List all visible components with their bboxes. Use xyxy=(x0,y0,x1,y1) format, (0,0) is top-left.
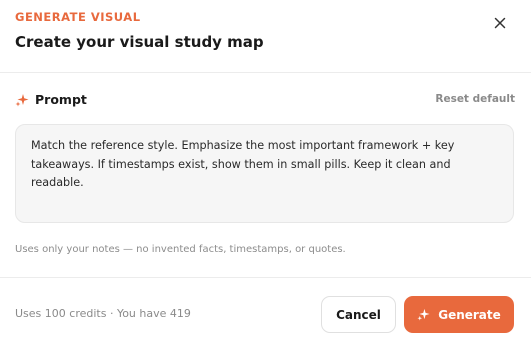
prompt-textarea[interactable]: Match the reference style. Emphasize the… xyxy=(15,124,514,223)
generate-button[interactable]: Generate xyxy=(404,296,514,333)
sparkle-icon xyxy=(417,308,430,321)
dialog-header: GENERATE VISUAL Create your visual study… xyxy=(0,0,531,73)
prompt-label: Prompt xyxy=(35,92,87,107)
reset-default-link[interactable]: Reset default xyxy=(435,93,515,105)
dialog-title: Create your visual study map xyxy=(15,33,264,51)
cancel-button[interactable]: Cancel xyxy=(321,296,396,333)
close-icon xyxy=(494,17,506,29)
dialog-eyebrow: GENERATE VISUAL xyxy=(15,10,141,24)
generate-button-label: Generate xyxy=(438,307,501,322)
prompt-hint: Uses only your notes — no invented facts… xyxy=(15,244,346,255)
close-button[interactable] xyxy=(489,12,511,34)
sparkle-icon xyxy=(15,94,29,107)
dialog-footer: Uses 100 credits · You have 419 Cancel G… xyxy=(0,277,531,343)
prompt-row: Prompt Reset default xyxy=(15,90,515,110)
credits-info: Uses 100 credits · You have 419 xyxy=(15,307,191,320)
